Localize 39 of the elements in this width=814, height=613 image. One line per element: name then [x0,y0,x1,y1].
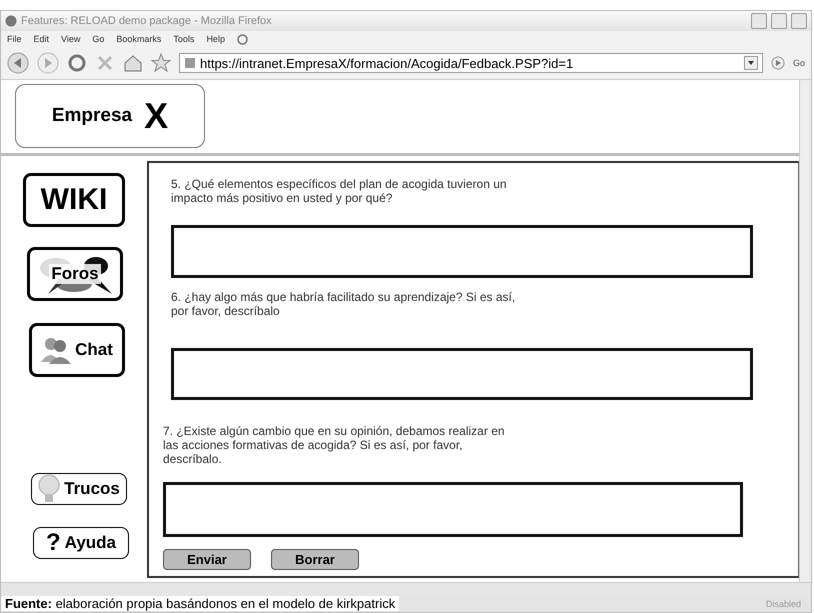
ayuda-button[interactable]: ? Ayuda [33,527,129,559]
lightbulb-icon [38,474,60,504]
menu-item[interactable]: File [7,34,22,44]
logo-word: Empresa [52,105,132,127]
trucos-button[interactable]: Trucos [31,473,127,505]
status-text: Disabled [766,598,801,608]
source-caption: Fuente: elaboración propia basándonos en el modelo de kirkpatrick [1,596,400,611]
question-text: 5. ¿Qué elementos específicos del plan de acogida tuvieron un impacto más positivo en usted y por qué? [171,177,508,205]
clear-button[interactable]: Borrar [271,549,359,570]
chat-button[interactable]: Chat [29,323,125,377]
window-title: Features: RELOAD demo package - Mozilla Firefox [21,15,273,27]
users-icon [41,336,72,364]
question-text: 7. ¿Existe algún cambio que en su opinión, debamos realizar en las acciones formativas de acogida? Si es así, por favor, descríbalo. [163,424,506,466]
menu-item[interactable]: Bookmarks [116,34,162,44]
forward-icon[interactable] [37,52,59,74]
vertical-scrollbar[interactable] [799,80,811,582]
horizontal-scrollbar[interactable] [1,582,811,595]
back-icon[interactable] [7,52,29,74]
browser-logo-icon [5,15,17,27]
home-icon[interactable] [123,53,143,73]
menu-item[interactable]: Help [206,34,225,44]
menu-item[interactable]: Edit [34,34,50,44]
menu-item[interactable]: Tools [173,34,194,44]
reload-icon[interactable] [67,53,87,73]
logo-letter: X [144,95,168,137]
go-button[interactable]: Go [792,58,805,68]
menu-item[interactable]: View [61,34,80,44]
page-icon [184,57,196,69]
star-icon[interactable] [151,53,171,73]
question-text: 6. ¿hay algo más que habría facilitado su aprendizaje? Si es así, por favor, descríbalo [171,290,516,318]
foros-button[interactable]: Foros [27,247,123,301]
answer-field[interactable] [163,482,743,538]
menu-item[interactable]: Go [92,34,104,44]
answer-field[interactable] [171,348,753,400]
throbber-icon [236,34,248,44]
wiki-button[interactable]: WIKI [23,173,125,227]
submit-button[interactable]: Enviar [163,549,251,570]
answer-field[interactable] [171,225,753,278]
address-bar[interactable]: https://intranet.EmpresaX/formacion/Acogida/Fedback.PSP?id=1 [179,53,763,73]
